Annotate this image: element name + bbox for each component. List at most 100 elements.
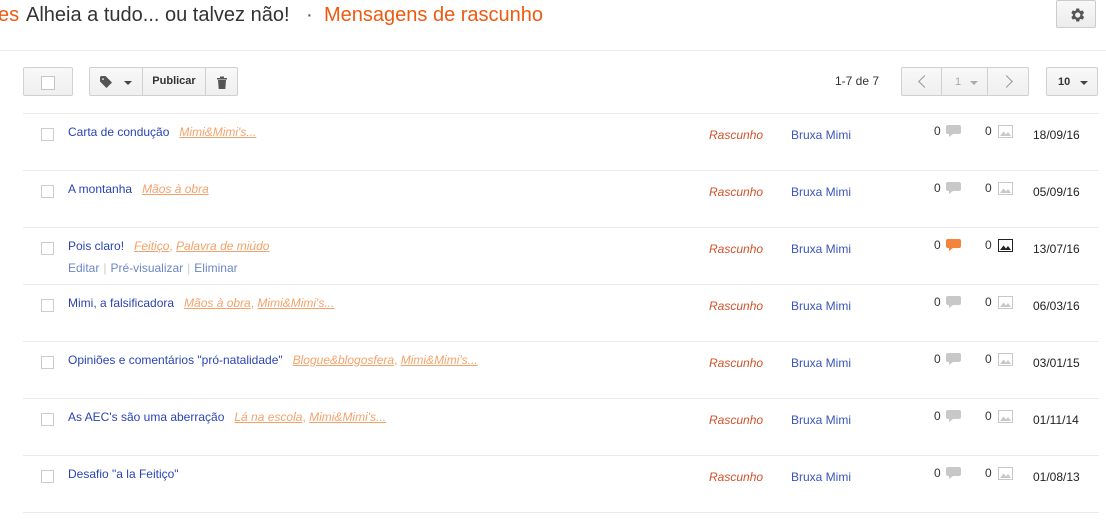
post-label-link[interactable]: Feitiço: [134, 239, 169, 253]
table-row[interactable]: A montanha Mãos à obra Rascunho Bruxa Mimi 0…: [23, 171, 1099, 228]
post-title-link[interactable]: Mimi, a falsificadora: [68, 296, 174, 310]
post-author-link[interactable]: Bruxa Mimi: [791, 128, 851, 142]
table-row[interactable]: Pois claro! Feitiço, Palavra de miúdo Edit…: [23, 228, 1099, 285]
post-status: Rascunho: [709, 128, 764, 142]
comment-count: 0: [934, 352, 941, 366]
row-checkbox[interactable]: [41, 470, 54, 483]
select-all-checkbox[interactable]: [23, 67, 73, 96]
image-icon[interactable]: [998, 410, 1013, 423]
post-labels: Mãos à obra, Mimi&Mimi's...: [184, 296, 334, 310]
image-icon[interactable]: [998, 182, 1013, 195]
post-title-link[interactable]: A montanha: [68, 182, 132, 196]
post-label-link[interactable]: Blogue&blogosfera: [293, 353, 394, 367]
table-row[interactable]: Opiniões e comentários "pró-natalidade" B…: [23, 342, 1099, 399]
post-date: 03/01/15: [1033, 356, 1080, 370]
post-status: Rascunho: [709, 470, 764, 484]
posts-per-page-select[interactable]: 10: [1046, 67, 1098, 96]
trash-icon: [217, 76, 227, 89]
pagination-range: 1-7 de 7: [835, 74, 880, 88]
image-icon[interactable]: [998, 353, 1013, 366]
breadcrumb-previous[interactable]: es: [0, 4, 19, 27]
breadcrumb-separator: ·: [306, 4, 313, 26]
post-label-link[interactable]: Mimi&Mimi's...: [179, 125, 256, 139]
settings-button[interactable]: [1056, 0, 1096, 28]
post-title-cell: Desafio "a la Feitiço": [68, 467, 179, 481]
post-author-link[interactable]: Bruxa Mimi: [791, 470, 851, 484]
post-label-link[interactable]: Mãos à obra: [142, 182, 209, 196]
comment-icon[interactable]: [946, 410, 961, 422]
post-title-cell: As AEC's são uma aberração Lá na escola, …: [68, 410, 386, 424]
preview-link[interactable]: Pré-visualizar: [110, 261, 183, 275]
image-count: 0: [985, 124, 992, 138]
comment-icon[interactable]: [946, 296, 961, 308]
comment-icon[interactable]: [946, 182, 961, 194]
post-title-link[interactable]: Opiniões e comentários "pró-natalidade": [68, 353, 283, 367]
post-author-link[interactable]: Bruxa Mimi: [791, 299, 851, 313]
checkbox[interactable]: [41, 76, 55, 90]
post-author-link[interactable]: Bruxa Mimi: [791, 356, 851, 370]
page-header: es Alheia a tudo... ou talvez não! · Men…: [0, 0, 1106, 51]
comment-icon[interactable]: [946, 353, 961, 365]
row-checkbox[interactable]: [41, 356, 54, 369]
image-count: 0: [985, 238, 992, 252]
comment-icon[interactable]: [946, 125, 961, 137]
table-row[interactable]: Carta de condução Mimi&Mimi's... Rascunho B…: [23, 114, 1099, 171]
post-list: Carta de condução Mimi&Mimi's... Rascunho B…: [23, 113, 1099, 513]
post-labels: Blogue&blogosfera, Mimi&Mimi's...: [293, 353, 478, 367]
tag-icon: [100, 76, 112, 88]
chevron-down-icon: [1080, 81, 1088, 85]
table-row[interactable]: Desafio "a la Feitiço" Rascunho Bruxa Mimi…: [23, 456, 1099, 513]
post-author-link[interactable]: Bruxa Mimi: [791, 185, 851, 199]
row-checkbox[interactable]: [41, 299, 54, 312]
post-label-link[interactable]: Mãos à obra: [184, 296, 251, 310]
post-label-link[interactable]: Palavra de miúdo: [176, 239, 269, 253]
delete-link[interactable]: Eliminar: [194, 261, 237, 275]
row-checkbox[interactable]: [41, 128, 54, 141]
page-select[interactable]: 1: [941, 67, 988, 96]
previous-page-button[interactable]: [901, 67, 942, 96]
post-label-link[interactable]: Mimi&Mimi's...: [401, 353, 478, 367]
image-icon[interactable]: [998, 296, 1013, 309]
divider: |: [103, 261, 107, 275]
gear-icon: [1071, 8, 1085, 22]
comment-count: 0: [934, 124, 941, 138]
blog-title[interactable]: Alheia a tudo... ou talvez não!: [26, 4, 290, 27]
next-page-button[interactable]: [987, 67, 1029, 96]
post-label-link[interactable]: Lá na escola: [234, 410, 302, 424]
comment-icon[interactable]: [946, 239, 961, 251]
table-row[interactable]: As AEC's são uma aberração Lá na escola, …: [23, 399, 1099, 456]
post-status: Rascunho: [709, 242, 764, 256]
comment-icon[interactable]: [946, 467, 961, 479]
image-count: 0: [985, 466, 992, 480]
image-icon[interactable]: [998, 467, 1013, 480]
post-status: Rascunho: [709, 299, 764, 313]
delete-button[interactable]: [205, 67, 238, 96]
post-title-link[interactable]: Pois claro!: [68, 239, 124, 253]
publish-button[interactable]: Publicar: [142, 67, 206, 96]
post-title-link[interactable]: Desafio "a la Feitiço": [68, 467, 179, 481]
comment-count: 0: [934, 466, 941, 480]
table-row[interactable]: Mimi, a falsificadora Mãos à obra, Mimi&M…: [23, 285, 1099, 342]
chevron-left-icon: [918, 75, 931, 88]
image-count: 0: [985, 352, 992, 366]
row-checkbox[interactable]: [41, 413, 54, 426]
post-label-link[interactable]: Mimi&Mimi's...: [257, 296, 334, 310]
post-date: 18/09/16: [1033, 128, 1080, 142]
image-icon[interactable]: [998, 125, 1013, 138]
label-menu-button[interactable]: [89, 67, 143, 96]
post-date: 06/03/16: [1033, 299, 1080, 313]
post-title-cell: Mimi, a falsificadora Mãos à obra, Mimi&M…: [68, 296, 334, 310]
comment-count: 0: [934, 181, 941, 195]
post-status: Rascunho: [709, 356, 764, 370]
image-count: 0: [985, 295, 992, 309]
post-author-link[interactable]: Bruxa Mimi: [791, 242, 851, 256]
post-author-link[interactable]: Bruxa Mimi: [791, 413, 851, 427]
row-checkbox[interactable]: [41, 242, 54, 255]
chevron-down-icon: [970, 81, 978, 85]
image-icon[interactable]: [998, 239, 1013, 252]
post-label-link[interactable]: Mimi&Mimi's...: [309, 410, 386, 424]
post-title-link[interactable]: Carta de condução: [68, 125, 169, 139]
row-checkbox[interactable]: [41, 185, 54, 198]
post-title-link[interactable]: As AEC's são uma aberração: [68, 410, 224, 424]
edit-link[interactable]: Editar: [68, 261, 99, 275]
